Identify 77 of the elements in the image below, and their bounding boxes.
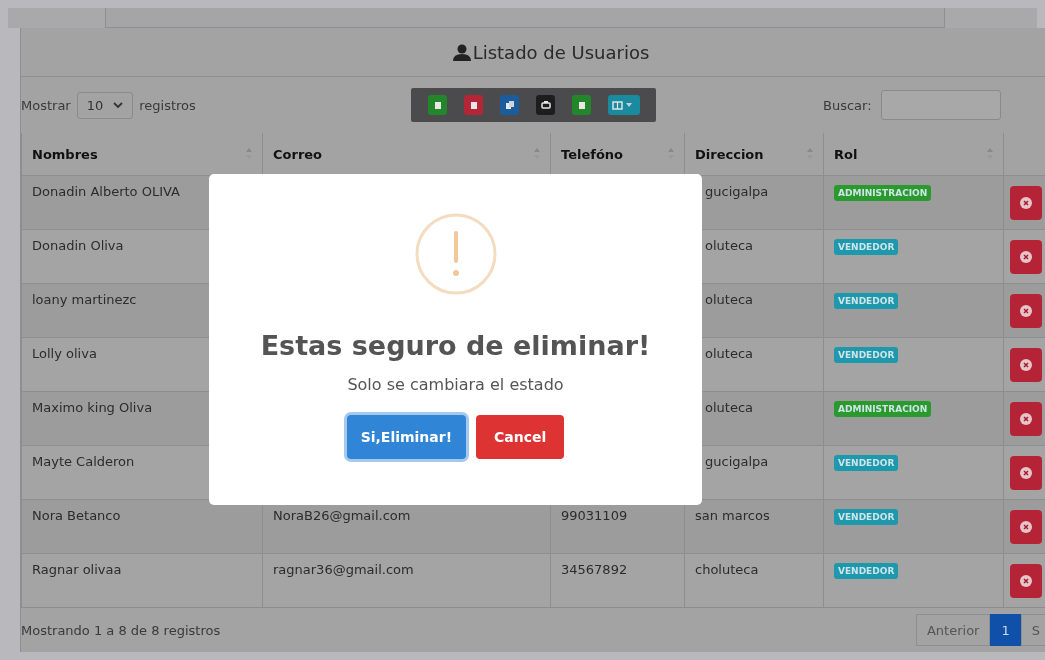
caret-icon <box>626 103 632 107</box>
chevron-icon <box>113 101 124 109</box>
table-cell: Donadin Alberto OLIVA <box>32 184 180 199</box>
pdf-button[interactable] <box>464 95 483 115</box>
table-cell: loany martinezc <box>32 292 137 307</box>
table-cell: ragnar36@gmail.com <box>273 562 414 577</box>
role-badge: VENDEDOR <box>834 563 899 579</box>
search-label: Buscar: <box>823 97 872 113</box>
role-badge: VENDEDOR <box>834 509 899 525</box>
delete-button[interactable] <box>1010 564 1042 598</box>
table-cell: oluteca <box>705 400 753 415</box>
role-badge: VENDEDOR <box>834 347 899 363</box>
printer-icon <box>539 99 552 111</box>
close-circle-icon <box>1020 413 1032 425</box>
role-badge: VENDEDOR <box>834 293 899 309</box>
cancel-button[interactable]: Cancel <box>476 415 565 459</box>
delete-button[interactable] <box>1010 510 1042 544</box>
close-circle-icon <box>1020 359 1032 371</box>
print-button[interactable] <box>536 95 555 115</box>
role-badge: ADMINISTRACION <box>834 401 932 417</box>
table-cell: oluteca <box>705 346 753 361</box>
length-label: registros <box>139 97 196 113</box>
copy-button[interactable] <box>500 95 519 115</box>
page-button[interactable]: Anterior <box>915 614 991 646</box>
table-cell: 34567892 <box>561 562 628 577</box>
role-badge: ADMINISTRACION <box>834 185 932 201</box>
page-length-select[interactable]: 10 <box>76 91 134 119</box>
confirm-button[interactable]: Si,Eliminar! <box>346 415 467 459</box>
sort-icon <box>668 148 674 159</box>
close-circle-icon <box>1020 467 1032 479</box>
close-circle-icon <box>1020 197 1032 209</box>
close-circle-icon <box>1020 521 1032 533</box>
table-cell: Donadin Oliva <box>32 238 124 253</box>
table-cell: choluteca <box>695 562 759 577</box>
table-cell: 99031109 <box>561 508 628 523</box>
table-cell: gucigalpa <box>705 454 769 469</box>
role-badge: VENDEDOR <box>834 239 899 255</box>
column-header[interactable]: Rol <box>823 133 1004 176</box>
table-cell: oluteca <box>705 238 753 253</box>
copy-icon <box>503 99 516 111</box>
table-cell: NoraB26@gmail.com <box>273 508 411 523</box>
delete-button[interactable] <box>1010 294 1042 328</box>
sort-icon <box>807 148 813 159</box>
warning-icon <box>414 213 497 295</box>
table-cell: Nora Betanco <box>32 508 121 523</box>
table-cell: Maximo king Oliva <box>32 400 153 415</box>
user-icon <box>452 43 471 61</box>
dialog-message: Solo se cambiara el estado <box>347 375 564 394</box>
delete-button[interactable] <box>1010 402 1042 436</box>
sort-icon <box>534 148 540 159</box>
delete-button[interactable] <box>1010 186 1042 220</box>
delete-button[interactable] <box>1010 456 1042 490</box>
table-cell: san marcos <box>695 508 770 523</box>
card-title: Listado de Usuarios <box>472 41 650 63</box>
page-button[interactable]: S <box>1020 614 1045 646</box>
excel-button[interactable] <box>428 95 447 115</box>
delete-button[interactable] <box>1010 240 1042 274</box>
close-circle-icon <box>1020 251 1032 263</box>
columns-icon <box>611 99 623 111</box>
table-cell: Lolly oliva <box>32 346 97 361</box>
page-button[interactable]: 1 <box>990 614 1021 646</box>
delete-button[interactable] <box>1010 348 1042 382</box>
table-cell: Mayte Calderon <box>32 454 135 469</box>
search-field[interactable] <box>880 90 1001 120</box>
sort-icon <box>246 148 252 159</box>
table-info: Mostrando 1 a 8 de 8 registros <box>21 622 221 638</box>
columns-button[interactable] <box>608 95 640 115</box>
table-cell: Ragnar olivaa <box>32 562 122 577</box>
table-cell: gucigalpa <box>705 184 769 199</box>
dialog-title: Estas seguro de eliminar! <box>260 330 651 361</box>
length-label: Mostrar <box>21 97 71 113</box>
table-cell: oluteca <box>705 292 753 307</box>
close-circle-icon <box>1020 305 1032 317</box>
close-circle-icon <box>1020 575 1032 587</box>
role-badge: VENDEDOR <box>834 455 899 471</box>
csv-button[interactable] <box>572 95 591 115</box>
sort-icon <box>987 148 993 159</box>
